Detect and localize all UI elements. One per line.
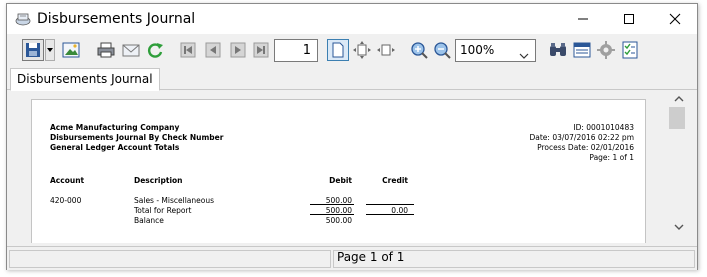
next-page-button[interactable] xyxy=(227,39,249,61)
tab-disbursements-journal[interactable]: Disbursements Journal xyxy=(10,68,160,91)
report-page: Acme Manufacturing Company Disbursements… xyxy=(31,99,646,243)
maximize-icon xyxy=(624,14,634,24)
first-page-icon xyxy=(180,42,196,58)
minimize-button[interactable] xyxy=(560,4,606,34)
report-date: Date: 03/07/2016 02:22 pm xyxy=(529,133,634,142)
column-header-debit: Debit xyxy=(329,176,352,185)
scroll-up-button[interactable] xyxy=(662,91,695,107)
status-page-text: Page 1 of 1 xyxy=(337,250,405,264)
fit-page-icon xyxy=(353,41,371,59)
previous-page-button[interactable] xyxy=(202,39,224,61)
envelope-icon xyxy=(122,44,140,57)
page-icon xyxy=(332,42,344,58)
maximize-button[interactable] xyxy=(606,4,652,34)
single-page-view-button[interactable] xyxy=(327,39,349,61)
chevron-down-icon xyxy=(519,46,529,67)
report-id: ID: 0001010483 xyxy=(573,123,634,132)
zoom-select[interactable]: 100% xyxy=(455,39,536,62)
page-setup-button[interactable] xyxy=(571,39,593,61)
report-content: Acme Manufacturing Company Disbursements… xyxy=(9,91,695,243)
debit-total-rule xyxy=(310,214,354,215)
report-viewer-window: Disbursements Journal 1 100% Disbursemen… xyxy=(6,3,698,270)
chevron-up-icon xyxy=(674,96,683,102)
zoom-in-icon xyxy=(411,42,428,59)
tab-strip: Disbursements Journal xyxy=(7,67,697,91)
minimize-icon xyxy=(578,18,588,20)
status-segment-left xyxy=(9,250,331,268)
column-header-account: Account xyxy=(50,176,85,185)
window-title: Disbursements Journal xyxy=(37,11,196,27)
fit-width-icon xyxy=(377,44,395,56)
email-button[interactable] xyxy=(120,39,142,61)
save-dropdown-button[interactable] xyxy=(45,39,55,61)
column-header-credit: Credit xyxy=(382,176,408,185)
report-scroll-area[interactable]: Acme Manufacturing Company Disbursements… xyxy=(9,91,662,243)
last-page-button[interactable] xyxy=(250,39,272,61)
refresh-icon xyxy=(148,43,163,58)
report-subtitle: Disbursements Journal By Check Number xyxy=(50,133,224,142)
debit-rule xyxy=(310,204,354,205)
chevron-down-icon xyxy=(674,224,683,230)
fit-page-button[interactable] xyxy=(351,39,373,61)
first-page-button[interactable] xyxy=(177,39,199,61)
previous-page-icon xyxy=(205,42,221,58)
zoom-out-button[interactable] xyxy=(431,39,453,61)
export-image-button[interactable] xyxy=(60,39,82,61)
zoom-value: 100% xyxy=(460,43,495,57)
printer-icon xyxy=(97,42,115,58)
last-page-icon xyxy=(253,42,269,58)
print-button[interactable] xyxy=(95,39,117,61)
report-process-date: Process Date: 02/01/2016 xyxy=(537,143,634,152)
refresh-button[interactable] xyxy=(144,39,166,61)
zoom-out-icon xyxy=(434,42,451,59)
balance-debit: 500.00 xyxy=(325,216,352,225)
scrollbar-thumb[interactable] xyxy=(669,107,685,129)
save-button[interactable] xyxy=(22,39,44,61)
close-button[interactable] xyxy=(652,4,698,34)
find-button[interactable] xyxy=(547,39,569,61)
vertical-scrollbar[interactable] xyxy=(662,91,695,243)
title-bar: Disbursements Journal xyxy=(7,4,697,34)
binoculars-icon xyxy=(550,43,566,56)
report-properties-button[interactable] xyxy=(619,39,641,61)
report-subtitle-2: General Ledger Account Totals xyxy=(50,143,180,152)
page-number-input[interactable]: 1 xyxy=(274,39,318,62)
app-icon xyxy=(15,12,31,26)
balance-label: Balance xyxy=(134,216,164,225)
report-company-name: Acme Manufacturing Company xyxy=(50,123,180,132)
fit-width-button[interactable] xyxy=(375,39,397,61)
row-account: 420-000 xyxy=(50,196,82,205)
column-header-description: Description xyxy=(134,176,183,185)
credit-rule xyxy=(366,204,414,205)
scroll-down-button[interactable] xyxy=(662,219,695,235)
chevron-down-icon xyxy=(47,48,53,52)
row-description: Sales - Miscellaneous xyxy=(134,196,215,205)
image-icon xyxy=(62,42,80,58)
total-label: Total for Report xyxy=(134,206,192,215)
page-setup-icon xyxy=(573,42,591,58)
settings-button[interactable] xyxy=(595,39,617,61)
checklist-icon xyxy=(622,41,638,59)
status-bar: Page 1 of 1 xyxy=(7,246,697,270)
zoom-in-button[interactable] xyxy=(408,39,430,61)
report-page-number: Page: 1 of 1 xyxy=(589,153,634,162)
gear-icon xyxy=(597,41,615,59)
credit-total-rule xyxy=(366,214,414,215)
next-page-icon xyxy=(230,42,246,58)
close-icon xyxy=(669,13,681,25)
toolbar: 1 100% xyxy=(7,35,697,67)
save-icon xyxy=(26,43,40,57)
